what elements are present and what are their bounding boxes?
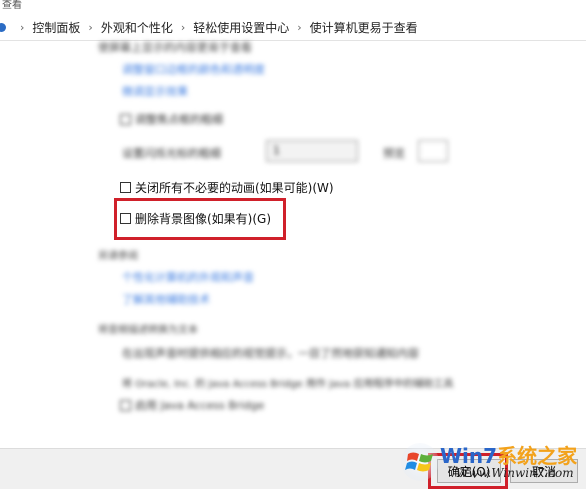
cursor-thickness-dropdown[interactable]: 1 bbox=[266, 140, 358, 162]
option-label: 调整焦点框的粗细 bbox=[135, 113, 223, 126]
dropdown-value: 1 bbox=[273, 144, 280, 157]
watermark-url: Www.Winwin7.com bbox=[456, 466, 574, 480]
window-title-strip: 查看 bbox=[0, 0, 586, 12]
checkbox[interactable] bbox=[120, 399, 131, 411]
watermark: Win7系统之家 Www.Winwin7.com bbox=[396, 438, 586, 486]
watermark-brand: Win7系统之家 bbox=[440, 440, 577, 469]
option-disable-animations[interactable]: 关闭所有不必要的动画(如果可能)(W) bbox=[120, 179, 334, 196]
option-label: 启用 Java Access Bridge bbox=[135, 399, 265, 412]
breadcrumb-item-appearance[interactable]: 外观和个性化 bbox=[101, 19, 173, 36]
checkbox[interactable] bbox=[120, 113, 131, 125]
breadcrumb-item-control-panel[interactable]: 控制面板 bbox=[32, 19, 80, 36]
section-heading-see-also: 另请参阅 bbox=[98, 251, 138, 262]
breadcrumb-item-current-page[interactable]: 使计算机更易于查看 bbox=[310, 19, 418, 36]
option-java-bridge[interactable]: 启用 Java Access Bridge bbox=[120, 397, 264, 413]
chevron-right-icon[interactable]: › bbox=[181, 21, 185, 34]
checkbox-disable-animations[interactable] bbox=[120, 182, 131, 193]
breadcrumb: › 控制面板 › 外观和个性化 › 轻松使用设置中心 › 使计算机更易于查看 bbox=[0, 14, 586, 41]
brand-main: Win7 bbox=[440, 444, 498, 468]
highlight-box-remove-background bbox=[114, 198, 286, 240]
windows-logo-icon bbox=[401, 443, 439, 481]
chevron-right-icon[interactable]: › bbox=[88, 21, 92, 34]
brand-rest: 系统之家 bbox=[497, 444, 578, 468]
label-cursor-thickness: 设置闪烁光标的粗细 bbox=[122, 147, 221, 160]
link-fine-tune-display[interactable]: 微调显示效果 bbox=[122, 83, 188, 99]
option-focus-rectangle[interactable]: 调整焦点框的粗细 bbox=[120, 111, 223, 127]
option-label: 关闭所有不必要的动画(如果可能)(W) bbox=[135, 181, 334, 195]
link-window-colors[interactable]: 调整窗口边框的颜色和透明度 bbox=[122, 61, 265, 77]
label-preview: 预览 bbox=[383, 147, 405, 160]
chevron-right-icon[interactable]: › bbox=[20, 21, 24, 34]
cursor-preview-box bbox=[418, 140, 448, 162]
text-java-bridge: 将 Oracle, Inc. 的 Java Access Bridge 用作 J… bbox=[122, 379, 454, 390]
text-visual-cues: 在出现声音时提供相应的视觉提示，一目了然地获知通知内容 bbox=[122, 347, 419, 360]
link-personalize[interactable]: 个性化计算机的外观和声音 bbox=[122, 269, 254, 285]
settings-content: 使屏幕上显示的内容更易于查看 调整窗口边框的颜色和透明度 微调显示效果 调整焦点… bbox=[0, 41, 586, 448]
section-heading-audio: 将音频描述转换为文本 bbox=[98, 325, 198, 336]
chevron-right-icon[interactable]: › bbox=[297, 21, 301, 34]
section-heading-display: 使屏幕上显示的内容更易于查看 bbox=[98, 41, 252, 54]
breadcrumb-item-ease-of-access[interactable]: 轻松使用设置中心 bbox=[193, 19, 289, 36]
link-assistive-tech[interactable]: 了解其他辅助技术 bbox=[122, 291, 210, 307]
window-title: 查看 bbox=[2, 0, 22, 11]
control-panel-icon bbox=[0, 22, 6, 32]
